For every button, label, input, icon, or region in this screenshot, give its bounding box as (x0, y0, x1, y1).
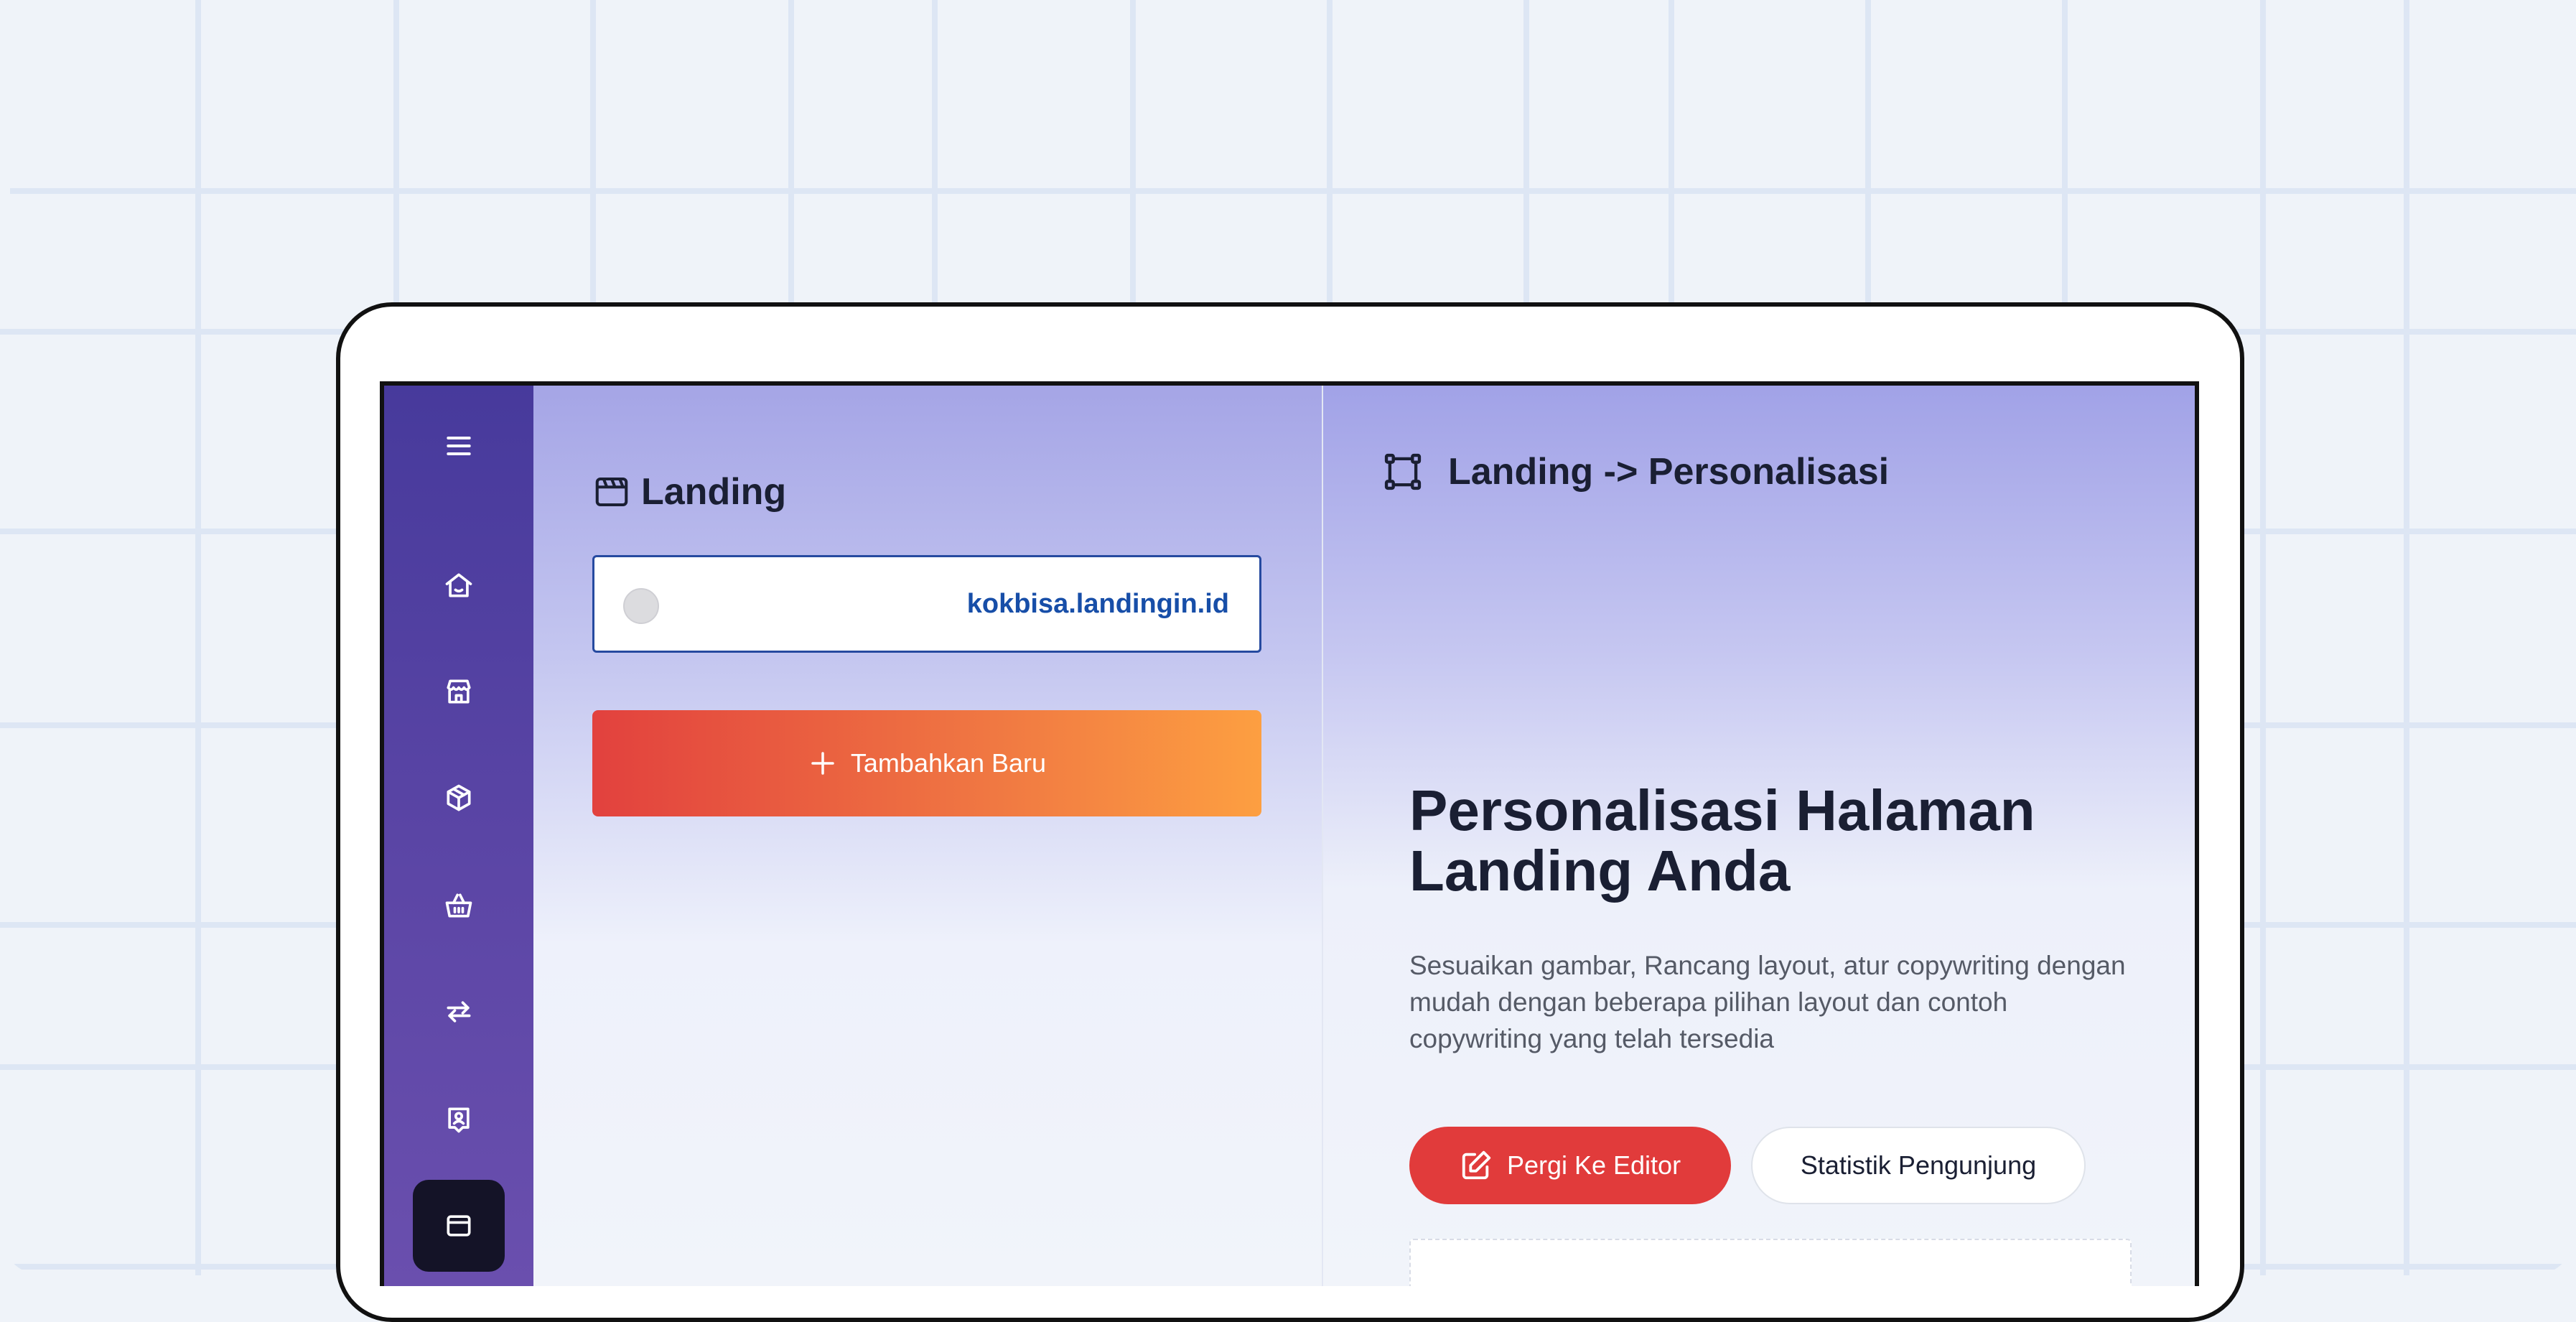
landing-list-panel: Landing kokbisa.landingin.id Tambahkan B… (533, 386, 1322, 1286)
browser-window-icon (447, 1215, 471, 1237)
visitor-stats-button[interactable]: Statistik Pengunjung (1751, 1127, 2086, 1204)
landing-item-card[interactable]: kokbisa.landingin.id (592, 555, 1261, 653)
panel-title: Landing (592, 470, 786, 513)
basket-icon (445, 893, 472, 918)
hero-description: Sesuaikan gambar, Rancang layout, atur c… (1409, 951, 2126, 1053)
frame-select-icon (1384, 453, 1422, 490)
sidebar-item-landing[interactable] (413, 1180, 505, 1272)
contact-icon (448, 1107, 470, 1133)
sidebar-item-home[interactable] (413, 539, 505, 631)
app-screen: Landing kokbisa.landingin.id Tambahkan B… (380, 381, 2199, 1286)
hero-heading: Personalisasi Halaman Landing Anda (1409, 781, 2163, 901)
breadcrumb-text: Landing -> Personalisasi (1448, 451, 1890, 493)
box-icon (447, 784, 471, 811)
menu-button[interactable] (413, 400, 505, 492)
go-to-editor-button[interactable]: Pergi Ke Editor (1409, 1127, 1731, 1204)
sidebar-item-store[interactable] (413, 646, 505, 737)
plus-icon (811, 752, 834, 775)
clapperboard-icon (595, 477, 628, 507)
hero-heading-line1: Personalisasi Halaman (1409, 778, 2035, 842)
edit-icon (1462, 1150, 1491, 1180)
status-toggle[interactable] (623, 588, 659, 624)
sidebar-item-contact[interactable] (413, 1074, 505, 1165)
personalization-panel: Landing -> Personalisasi Personalisasi H… (1322, 386, 2195, 1286)
store-icon (447, 679, 471, 704)
breadcrumb: Landing -> Personalisasi (1382, 450, 1889, 493)
preview-placeholder (1409, 1239, 2132, 1286)
menu-icon (447, 436, 471, 456)
domain-link[interactable]: kokbisa.landingin.id (967, 589, 1229, 620)
sidebar-item-product[interactable] (413, 752, 505, 844)
panel-title-text: Landing (641, 471, 787, 513)
transfer-icon (447, 1001, 471, 1023)
go-to-editor-label: Pergi Ke Editor (1506, 1150, 1681, 1180)
sidebar-item-basket[interactable] (413, 860, 505, 951)
hero-heading-line2: Landing Anda (1409, 839, 1791, 903)
add-new-label: Tambahkan Baru (850, 748, 1047, 778)
home-icon (445, 573, 472, 597)
visitor-stats-label: Statistik Pengunjung (1800, 1150, 2037, 1180)
sidebar (384, 386, 533, 1286)
sidebar-item-transfer[interactable] (413, 966, 505, 1058)
add-new-button[interactable]: Tambahkan Baru (592, 710, 1261, 816)
